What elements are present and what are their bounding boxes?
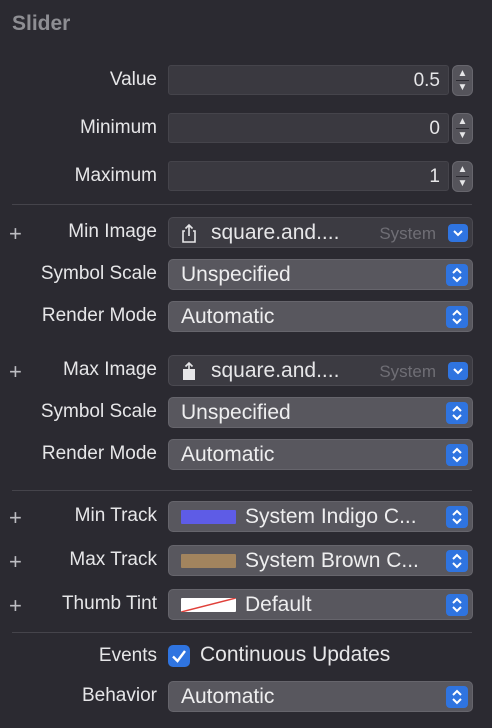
max-image-hint: System xyxy=(379,362,436,381)
divider xyxy=(12,632,472,633)
stepper-down-icon[interactable]: ▼ xyxy=(453,81,472,95)
up-down-arrows-icon xyxy=(446,402,468,424)
min-track-color-swatch xyxy=(181,510,236,524)
behavior-value: Automatic xyxy=(181,685,275,708)
max-track-value: System Brown C... xyxy=(245,549,419,572)
up-down-arrows-icon xyxy=(446,444,468,466)
maximum-stepper[interactable]: ▲ ▼ xyxy=(452,161,473,192)
behavior-label: Behavior xyxy=(82,685,157,706)
stepper-up-icon[interactable]: ▲ xyxy=(453,67,472,81)
min-image-label: Min Image xyxy=(68,221,157,242)
minimum-label: Minimum xyxy=(79,117,157,138)
max-symbol-scale-value: Unspecified xyxy=(181,401,291,424)
stepper-down-icon[interactable]: ▼ xyxy=(453,177,472,191)
up-down-arrows-icon xyxy=(446,264,468,286)
up-down-arrows-icon xyxy=(446,686,468,708)
min-render-mode-value: Automatic xyxy=(181,305,275,328)
thumb-tint-value: Default xyxy=(245,593,312,616)
up-down-arrows-icon xyxy=(446,594,468,616)
max-symbol-scale-popup[interactable]: Unspecified xyxy=(168,397,473,428)
min-image-hint: System xyxy=(379,224,436,243)
max-symbol-scale-label: Symbol Scale xyxy=(40,401,157,422)
up-down-arrows-icon xyxy=(446,306,468,328)
min-render-mode-label: Render Mode xyxy=(41,305,157,326)
max-image-label: Max Image xyxy=(63,359,157,380)
min-track-popup[interactable]: System Indigo C... xyxy=(168,501,473,532)
min-track-value: System Indigo C... xyxy=(245,505,417,528)
divider xyxy=(12,204,472,205)
default-color-swatch xyxy=(181,598,236,612)
thumb-tint-popup[interactable]: Default xyxy=(168,589,473,620)
min-symbol-scale-value: Unspecified xyxy=(181,263,291,286)
max-image-combo[interactable]: square.and.... System xyxy=(168,355,473,386)
continuous-updates-checkbox[interactable] xyxy=(168,645,190,667)
max-render-mode-popup[interactable]: Automatic xyxy=(168,439,473,470)
min-image-value: square.and.... xyxy=(211,221,340,244)
min-symbol-scale-popup[interactable]: Unspecified xyxy=(168,259,473,290)
min-image-plus-icon[interactable]: + xyxy=(9,223,22,245)
max-image-value: square.and.... xyxy=(211,359,340,382)
value-label: Value xyxy=(109,69,157,90)
max-track-label: Max Track xyxy=(69,549,157,570)
up-down-arrows-icon xyxy=(446,506,468,528)
up-down-arrows-icon xyxy=(446,550,468,572)
continuous-updates-label[interactable]: Continuous Updates xyxy=(200,643,390,667)
maximum-field[interactable]: 1 xyxy=(168,161,449,191)
max-track-popup[interactable]: System Brown C... xyxy=(168,545,473,576)
min-image-combo[interactable]: square.and.... System xyxy=(168,217,473,248)
section-title: Slider xyxy=(12,12,71,35)
thumb-tint-label: Thumb Tint xyxy=(61,593,157,614)
stepper-up-icon[interactable]: ▲ xyxy=(453,115,472,129)
stepper-up-icon[interactable]: ▲ xyxy=(453,163,472,177)
min-track-label: Min Track xyxy=(74,505,157,526)
min-render-mode-popup[interactable]: Automatic xyxy=(168,301,473,332)
divider xyxy=(12,490,472,491)
chevron-down-icon[interactable] xyxy=(448,362,468,380)
share-outline-icon xyxy=(182,223,196,243)
max-track-color-swatch xyxy=(181,554,236,568)
thumb-tint-plus-icon[interactable]: + xyxy=(9,595,22,617)
events-label: Events xyxy=(98,645,157,666)
stepper-down-icon[interactable]: ▼ xyxy=(453,129,472,143)
chevron-down-icon[interactable] xyxy=(448,224,468,242)
max-render-mode-value: Automatic xyxy=(181,443,275,466)
min-symbol-scale-label: Symbol Scale xyxy=(40,263,157,284)
behavior-popup[interactable]: Automatic xyxy=(168,681,473,712)
max-track-plus-icon[interactable]: + xyxy=(9,551,22,573)
max-image-plus-icon[interactable]: + xyxy=(9,361,22,383)
value-stepper[interactable]: ▲ ▼ xyxy=(452,65,473,96)
minimum-stepper[interactable]: ▲ ▼ xyxy=(452,113,473,144)
max-render-mode-label: Render Mode xyxy=(41,443,157,464)
value-field[interactable]: 0.5 xyxy=(168,65,449,95)
minimum-field[interactable]: 0 xyxy=(168,113,449,143)
share-filled-icon xyxy=(183,361,195,380)
maximum-label: Maximum xyxy=(74,165,157,186)
min-track-plus-icon[interactable]: + xyxy=(9,507,22,529)
checkmark-icon xyxy=(172,650,186,663)
